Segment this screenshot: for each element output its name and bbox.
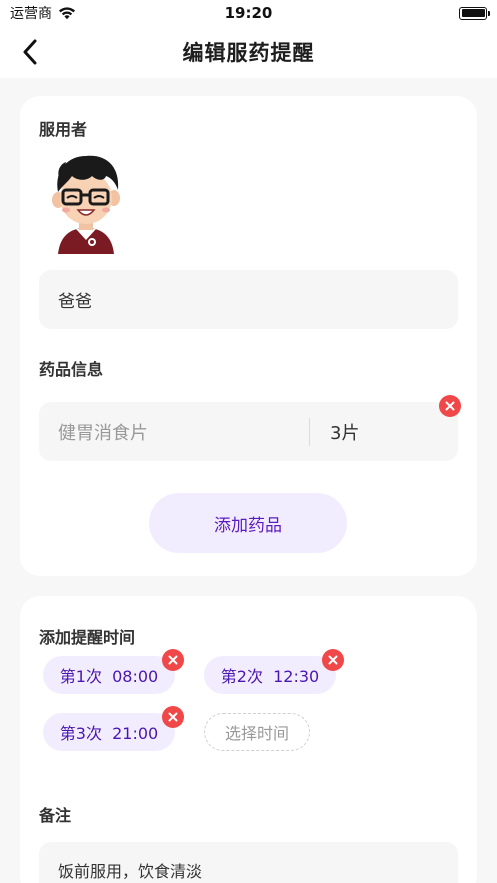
- medicine-dose-input[interactable]: 3片: [310, 419, 359, 445]
- select-time-button[interactable]: 选择时间: [204, 713, 310, 751]
- reminder-card: 添加提醒时间 第1次 08:00 第2次 12:30 第3次 21:00 选择时…: [20, 596, 477, 883]
- close-icon: [328, 655, 338, 665]
- note-section-label: 备注: [39, 806, 72, 825]
- delete-time-3-icon[interactable]: [162, 706, 184, 728]
- avatar[interactable]: [46, 150, 126, 254]
- user-section-label: 服用者: [39, 120, 88, 139]
- delete-time-2-icon[interactable]: [322, 649, 344, 671]
- status-bar: 运营商 19:20: [0, 0, 497, 26]
- carrier-label: 运营商: [10, 6, 52, 22]
- status-left: 运营商: [10, 3, 76, 23]
- medicine-name-input[interactable]: 健胃消食片: [39, 419, 309, 445]
- medicine-row[interactable]: 健胃消食片 3片: [39, 402, 458, 461]
- reminder-time-chip-1[interactable]: 第1次 08:00: [43, 656, 175, 694]
- delete-medicine-icon[interactable]: [439, 395, 461, 417]
- back-button[interactable]: [16, 38, 44, 66]
- medicine-card: 服用者 爸爸 药品信息 健胃消食片 3片 添加药品: [20, 96, 477, 576]
- close-icon: [445, 401, 455, 411]
- medicine-section-label: 药品信息: [39, 360, 104, 379]
- reminder-time-chip-2[interactable]: 第2次 12:30: [204, 656, 336, 694]
- close-icon: [168, 712, 178, 722]
- battery-icon: [459, 6, 490, 20]
- reminder-section-label: 添加提醒时间: [39, 628, 136, 647]
- note-input[interactable]: 饭前服用，饮食清淡: [39, 842, 458, 883]
- nav-bar: 编辑服药提醒: [0, 26, 497, 78]
- page-title: 编辑服药提醒: [182, 41, 315, 65]
- wifi-icon: [59, 7, 75, 20]
- chevron-left-icon: [23, 39, 37, 65]
- close-icon: [168, 655, 178, 665]
- user-name-field[interactable]: 爸爸: [39, 270, 458, 329]
- reminder-time-chip-3[interactable]: 第3次 21:00: [43, 713, 175, 751]
- delete-time-1-icon[interactable]: [162, 649, 184, 671]
- add-medicine-button[interactable]: 添加药品: [149, 493, 347, 553]
